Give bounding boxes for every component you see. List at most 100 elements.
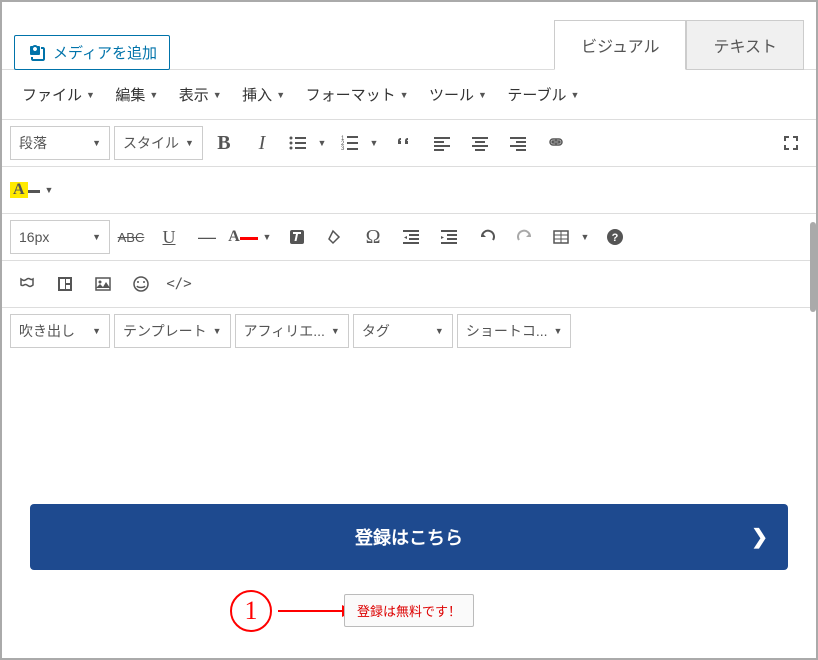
table-button[interactable]: ▼ — [546, 220, 594, 254]
hr-button[interactable]: — — [190, 220, 224, 254]
menu-format[interactable]: フォーマット▼ — [298, 78, 417, 111]
menu-tool[interactable]: ツール▼ — [421, 78, 495, 111]
align-center-icon — [470, 133, 490, 153]
emoji-icon — [131, 274, 151, 294]
arrow-icon — [278, 610, 353, 612]
redo-icon — [515, 227, 535, 247]
caret-icon: ▼ — [554, 326, 563, 336]
fullscreen-icon — [781, 133, 801, 153]
caret-icon: ▼ — [331, 326, 340, 336]
menu-edit[interactable]: 編集▼ — [107, 78, 166, 111]
link-button[interactable] — [539, 126, 573, 160]
caret-icon: ▼ — [92, 326, 101, 336]
indent-button[interactable] — [432, 220, 466, 254]
caret-icon: ▼ — [149, 90, 158, 100]
caret-icon: ▼ — [478, 90, 487, 100]
align-left-icon — [432, 133, 452, 153]
emoji-button[interactable] — [124, 267, 158, 301]
tag-select[interactable]: タグ▼ — [353, 314, 453, 348]
clear-format-button[interactable] — [280, 220, 314, 254]
cta-button[interactable]: 登録はこちら ❯ — [30, 504, 788, 570]
undo-button[interactable] — [470, 220, 504, 254]
image-button[interactable] — [86, 267, 120, 301]
caret-icon: ▼ — [276, 90, 285, 100]
numbered-list-button[interactable]: 123 ▼ — [335, 126, 383, 160]
affiliate-select[interactable]: アフィリエ...▼ — [235, 314, 349, 348]
numbered-list-icon: 123 — [340, 133, 360, 153]
quote-icon — [394, 133, 414, 153]
top-bar: メディアを追加 ビジュアル テキスト — [2, 2, 816, 70]
cta-label: 登録はこちら — [355, 528, 463, 548]
tab-visual[interactable]: ビジュアル — [554, 20, 686, 70]
align-right-icon — [508, 133, 528, 153]
italic-button[interactable]: I — [245, 126, 279, 160]
blockquote-button[interactable] — [387, 126, 421, 160]
template-select[interactable]: テンプレート▼ — [114, 314, 231, 348]
fontsize-select[interactable]: 16px▼ — [10, 220, 110, 254]
bullet-list-icon — [288, 133, 308, 153]
toolbar-row-5: 吹き出し▼ テンプレート▼ アフィリエ...▼ タグ▼ ショートコ...▼ — [2, 307, 816, 354]
caret-icon: ▼ — [365, 126, 383, 160]
caret-icon: ▼ — [213, 90, 222, 100]
editor-tabs: ビジュアル テキスト — [554, 20, 804, 70]
shortcode-select[interactable]: ショートコ...▼ — [457, 314, 572, 348]
add-media-button[interactable]: メディアを追加 — [14, 35, 170, 70]
scrollbar[interactable] — [810, 222, 816, 312]
undo-icon — [477, 227, 497, 247]
editor-content[interactable]: 登録はこちら ❯ 1 登録は無料です！ — [2, 354, 816, 647]
fullscreen-button[interactable] — [774, 126, 808, 160]
chevron-right-icon: ❯ — [751, 525, 768, 550]
outdent-button[interactable] — [394, 220, 428, 254]
ribbon-button[interactable] — [10, 267, 44, 301]
caret-icon: ▼ — [570, 90, 579, 100]
outdent-icon — [401, 227, 421, 247]
bullet-list-button[interactable]: ▼ — [283, 126, 331, 160]
annotation-number: 1 — [230, 590, 272, 632]
media-icon — [27, 43, 47, 63]
template-icon — [55, 274, 75, 294]
menu-table[interactable]: テーブル▼ — [499, 78, 587, 111]
editor-container: メディアを追加 ビジュアル テキスト ファイル▼ 編集▼ 表示▼ 挿入▼ フォー… — [0, 0, 818, 660]
toolbar-row-4: </> — [2, 260, 816, 307]
eraser-button[interactable] — [318, 220, 352, 254]
special-char-button[interactable]: Ω — [356, 220, 390, 254]
help-button[interactable]: ? — [598, 220, 632, 254]
indent-icon — [439, 227, 459, 247]
menu-insert[interactable]: 挿入▼ — [234, 78, 293, 111]
code-button[interactable]: </> — [162, 267, 196, 301]
tab-text[interactable]: テキスト — [686, 20, 804, 70]
caret-icon: ▼ — [86, 90, 95, 100]
annotation-overlay: 1 登録は無料です！ — [30, 594, 788, 627]
clear-format-icon — [287, 227, 307, 247]
strikethrough-button[interactable]: ABC — [114, 220, 148, 254]
text-color-icon: A — [228, 229, 240, 245]
align-left-button[interactable] — [425, 126, 459, 160]
caret-icon: ▼ — [92, 138, 101, 148]
caret-icon: ▼ — [435, 326, 444, 336]
insert-template-button[interactable] — [48, 267, 82, 301]
align-right-button[interactable] — [501, 126, 535, 160]
align-center-button[interactable] — [463, 126, 497, 160]
annotation-tooltip: 登録は無料です！ — [344, 594, 474, 627]
balloon-select[interactable]: 吹き出し▼ — [10, 314, 110, 348]
help-icon: ? — [605, 227, 625, 247]
eraser-icon — [325, 227, 345, 247]
caret-icon: ▼ — [40, 173, 58, 207]
toolbar-row-1: 段落▼ スタイル▼ B I ▼ 123 ▼ — [2, 119, 816, 166]
menu-bar: ファイル▼ 編集▼ 表示▼ 挿入▼ フォーマット▼ ツール▼ テーブル▼ — [2, 69, 816, 119]
underline-button[interactable]: U — [152, 220, 186, 254]
caret-icon: ▼ — [185, 138, 194, 148]
toolbar-row-3: 16px▼ ABC U — A ▼ Ω ▼ ? — [2, 213, 816, 260]
bold-button[interactable]: B — [207, 126, 241, 160]
menu-view[interactable]: 表示▼ — [171, 78, 230, 111]
highlight-icon: A — [10, 182, 28, 198]
highlight-color-button[interactable]: A ▼ — [10, 173, 58, 207]
menu-file[interactable]: ファイル▼ — [14, 78, 103, 111]
image-icon — [93, 274, 113, 294]
caret-icon: ▼ — [400, 90, 409, 100]
paragraph-select[interactable]: 段落▼ — [10, 126, 110, 160]
style-select[interactable]: スタイル▼ — [114, 126, 203, 160]
text-color-button[interactable]: A ▼ — [228, 220, 276, 254]
add-media-label: メディアを追加 — [53, 42, 157, 63]
redo-button[interactable] — [508, 220, 542, 254]
